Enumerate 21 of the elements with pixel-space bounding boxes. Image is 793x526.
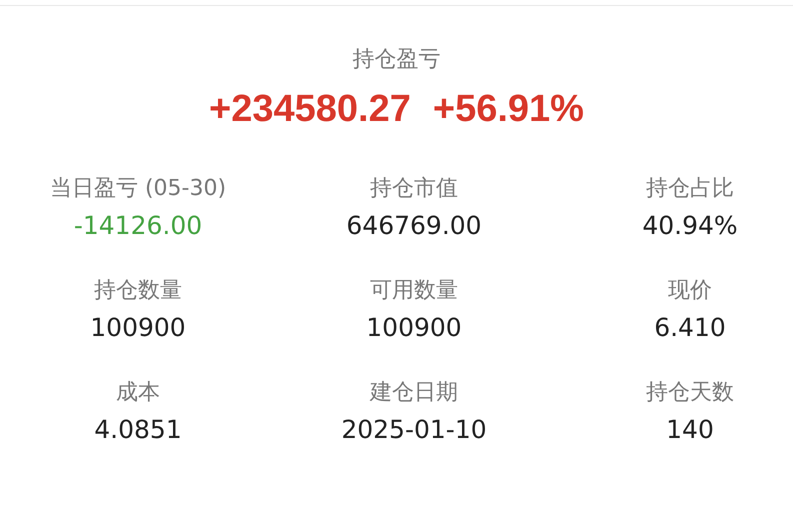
stat-label: 持仓数量 bbox=[94, 277, 182, 305]
stat-value: 100900 bbox=[90, 312, 186, 344]
stat-value: -14126.00 bbox=[74, 210, 202, 242]
stat-label: 可用数量 bbox=[370, 277, 458, 305]
stat-value: 4.0851 bbox=[94, 414, 182, 446]
stat-label: 建仓日期 bbox=[370, 379, 458, 407]
stat-label: 持仓占比 bbox=[646, 175, 734, 203]
summary-label: 持仓盈亏 bbox=[352, 46, 440, 74]
stat-value: 100900 bbox=[366, 312, 462, 344]
stat-value: 6.410 bbox=[654, 312, 726, 344]
stat-value: 40.94% bbox=[642, 210, 738, 242]
profit-amount: +234580.27 bbox=[209, 87, 411, 132]
profit-percent: +56.91% bbox=[432, 87, 584, 132]
stat-label: 现价 bbox=[668, 277, 712, 305]
stat-label: 成本 bbox=[116, 379, 160, 407]
stat-value: 140 bbox=[666, 414, 714, 446]
stat-value: 646769.00 bbox=[346, 210, 482, 242]
stat-label: 当日盈亏 (05-30) bbox=[50, 175, 226, 203]
stat-label: 持仓天数 bbox=[646, 379, 734, 407]
stat-value: 2025-01-10 bbox=[341, 414, 487, 446]
stat-label: 持仓市值 bbox=[370, 175, 458, 203]
